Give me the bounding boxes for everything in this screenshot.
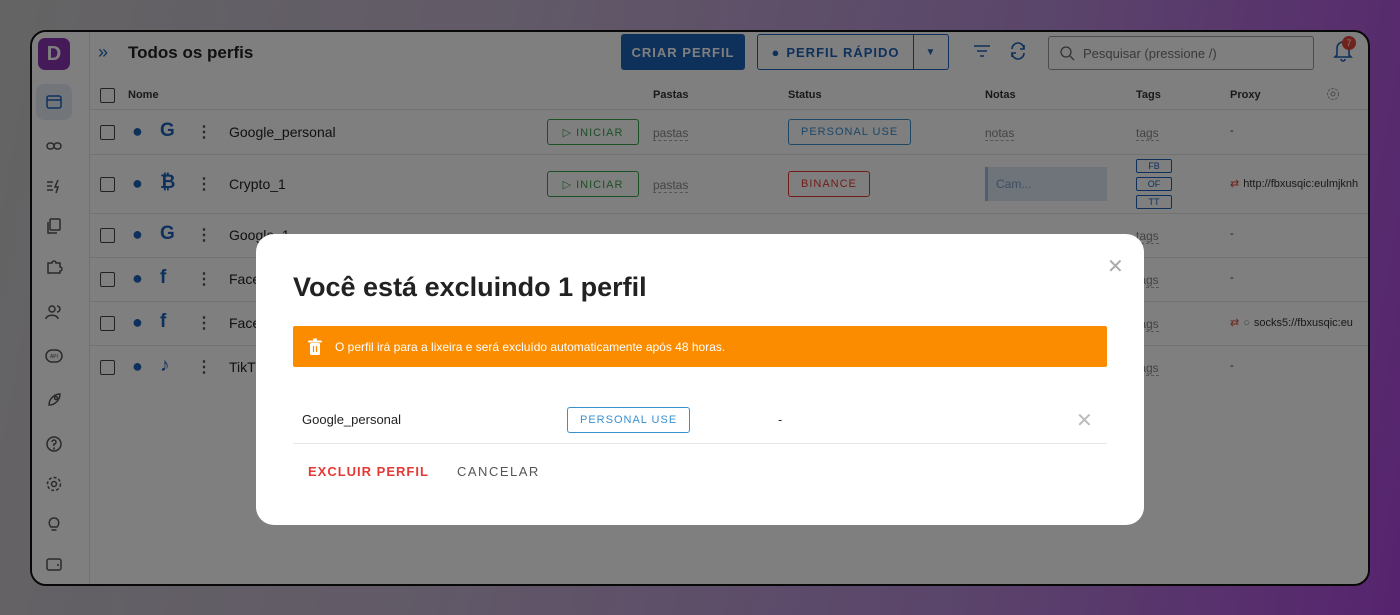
delete-profile-button[interactable]: EXCLUIR PERFIL <box>308 464 429 479</box>
delete-profile-dialog: ✕ Você está excluindo 1 perfil O perfil … <box>256 234 1144 525</box>
list-item: Google_personal PERSONAL USE - ✕ <box>293 400 1107 444</box>
trash-icon <box>308 338 322 355</box>
remove-item-icon[interactable]: ✕ <box>1076 408 1093 433</box>
profile-note: - <box>778 412 783 427</box>
dialog-title: Você está excluindo 1 perfil <box>293 272 647 302</box>
close-icon[interactable]: ✕ <box>1107 254 1124 279</box>
cancel-button[interactable]: CANCELAR <box>457 464 540 479</box>
profile-name: Google_personal <box>302 412 402 427</box>
warning-text: O perfil irá para a lixeira e será exclu… <box>335 339 726 354</box>
warning-banner: O perfil irá para a lixeira e será exclu… <box>293 326 1107 367</box>
status-badge: PERSONAL USE <box>567 407 691 433</box>
